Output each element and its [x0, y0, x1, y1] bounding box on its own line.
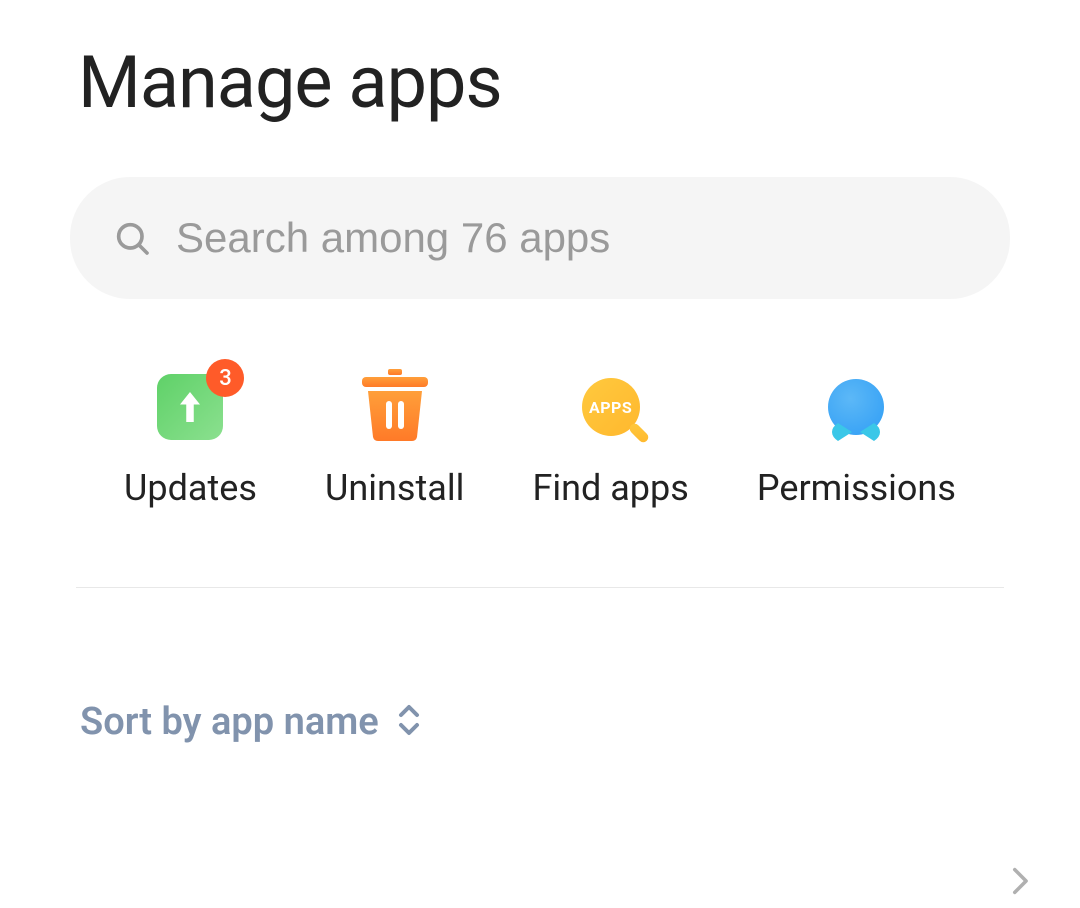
- chevron-right-icon[interactable]: [1002, 864, 1036, 902]
- trash-icon: [360, 369, 430, 445]
- page-title: Manage apps: [78, 40, 1010, 125]
- permissions-button[interactable]: Permissions: [757, 371, 956, 509]
- findapps-icon-text: APPS: [589, 398, 632, 417]
- findapps-icon: APPS: [582, 378, 640, 436]
- search-bar[interactable]: [70, 177, 1010, 299]
- uninstall-label: Uninstall: [325, 467, 464, 509]
- permissions-icon: [828, 379, 884, 435]
- findapps-label: Find apps: [532, 467, 688, 509]
- sort-label: Sort by app name: [80, 700, 379, 744]
- action-row: 3 Updates: [70, 371, 1010, 509]
- permissions-label: Permissions: [757, 467, 956, 509]
- uninstall-button[interactable]: Uninstall: [325, 371, 464, 509]
- search-input[interactable]: [176, 214, 968, 262]
- findapps-button[interactable]: APPS Find apps: [532, 371, 688, 509]
- sort-updown-icon: [395, 703, 423, 741]
- search-icon: [112, 218, 152, 258]
- updates-label: Updates: [124, 467, 257, 509]
- updates-badge: 3: [206, 359, 244, 397]
- sort-selector[interactable]: Sort by app name: [70, 588, 1010, 744]
- updates-button[interactable]: 3 Updates: [124, 371, 257, 509]
